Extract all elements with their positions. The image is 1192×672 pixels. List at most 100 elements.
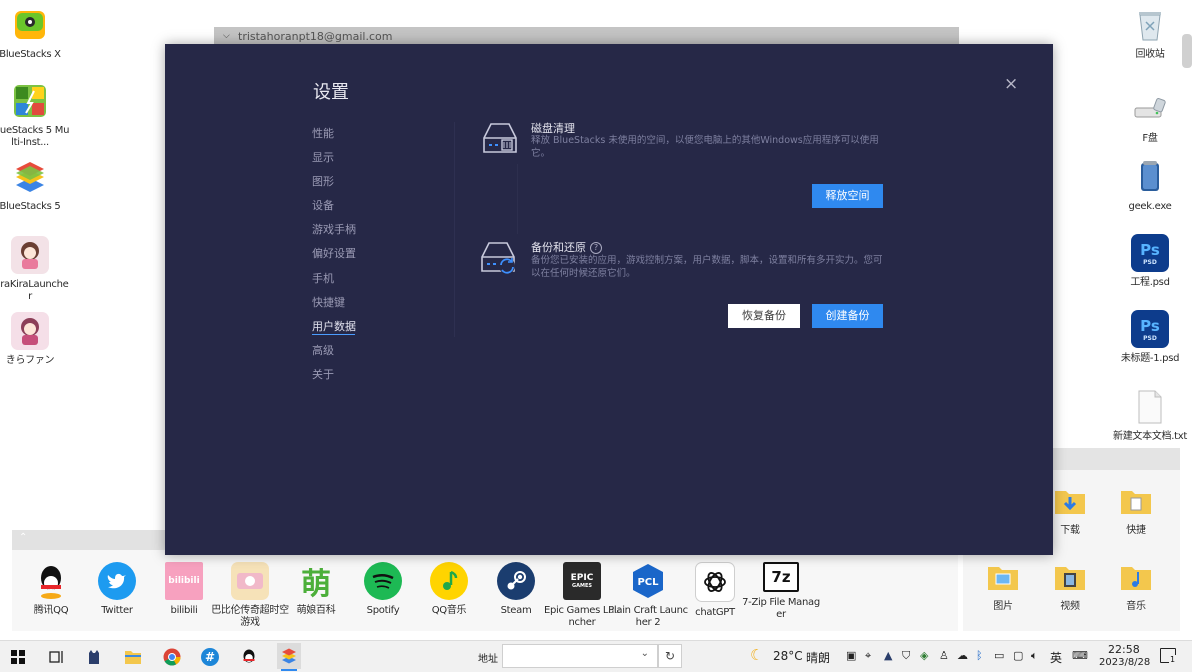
clock-time[interactable]: 22:58 (1108, 643, 1140, 656)
bilibili-icon: bilibili (165, 562, 203, 600)
ime-indicator[interactable]: 英 (1050, 649, 1062, 666)
nav-item-about[interactable]: 关于 (312, 363, 356, 387)
geek-exe-icon (1131, 158, 1169, 196)
7zip-icon: 7z (763, 562, 799, 592)
collapse-caret-icon[interactable]: ⌃ (19, 532, 27, 543)
moegirl-icon: 萌 (301, 567, 331, 602)
weather-temp[interactable]: 28°C (773, 649, 803, 663)
chevron-down-icon[interactable]: ⌄ (641, 648, 649, 659)
videos-folder-icon (1051, 558, 1089, 596)
nav-item-performance[interactable]: 性能 (312, 122, 356, 146)
section-guide-line (517, 164, 518, 234)
backup-description: 备份您已安装的应用，游戏控制方案，用户数据，脚本，设置和所有多开实力。您可以在任… (531, 255, 883, 279)
nav-item-display[interactable]: 显示 (312, 146, 356, 170)
nav-item-device[interactable]: 设备 (312, 194, 356, 218)
nav-item-graphics[interactable]: 图形 (312, 170, 356, 194)
backup-title: 备份和还原 (531, 241, 586, 254)
desktop-icon-kirafan[interactable]: きらファン (0, 312, 70, 367)
address-input[interactable]: ⌄ (502, 644, 658, 668)
bluestacks-x-icon (11, 6, 49, 44)
backup-restore-icon (480, 241, 518, 281)
nav-item-gamepad[interactable]: 游戏手柄 (312, 218, 356, 242)
bluestacks-icon (11, 158, 49, 196)
text-file-icon (1131, 388, 1169, 426)
nav-item-advanced[interactable]: 高级 (312, 339, 356, 363)
nav-divider (454, 122, 455, 337)
epic-games-icon: EPIC GAMES (563, 562, 601, 600)
help-icon[interactable]: ? (590, 242, 602, 254)
battery-tray-icon[interactable]: ▭ (994, 649, 1004, 662)
game-icon (231, 562, 269, 600)
bluestacks-taskbar-icon[interactable] (277, 643, 301, 669)
slack-hash-icon[interactable]: # (200, 647, 220, 667)
nav-item-preferences[interactable]: 偏好设置 (312, 242, 356, 266)
chrome-icon[interactable] (162, 647, 182, 667)
desktop-icon-drive[interactable]: F盘 (1110, 90, 1190, 145)
shortcut-folder-icon (1117, 482, 1155, 520)
desktop-icon-psd-2[interactable]: Ps PSD 未标题-1.psd (1110, 310, 1190, 365)
svg-text:PCL: PCL (637, 577, 659, 588)
close-icon[interactable]: × (1004, 74, 1018, 94)
chevron-down-icon[interactable]: ⌵ (223, 31, 230, 41)
qq-tray-icon[interactable]: ♙ (939, 649, 949, 662)
restore-backup-button[interactable]: 恢复备份 (728, 304, 800, 328)
music-folder-icon (1117, 558, 1155, 596)
shield-tray-icon[interactable]: ⛉ (902, 649, 910, 663)
spotify-icon (364, 562, 402, 600)
pcl-icon: PCL (629, 562, 667, 600)
desktop-icon-psd-1[interactable]: Ps PSD 工程.psd (1110, 234, 1190, 289)
desktop-icon-bluestacks-5[interactable]: BlueStacks 5 (0, 158, 70, 213)
desktop-icon-recycle-bin[interactable]: 回收站 (1110, 6, 1190, 61)
pictures-folder-icon (984, 558, 1022, 596)
disk-cleanup-description: 释放 BlueStacks 未使用的空间，以便您电脑上的其他Windows应用程… (531, 135, 879, 159)
twitter-icon (98, 562, 136, 600)
folder-music[interactable]: 音乐 (1096, 558, 1176, 613)
screenshot-tray-icon[interactable]: ▣ (846, 649, 856, 662)
cloud-tray-icon[interactable]: ☁ (957, 649, 968, 662)
notification-count: 1 (1169, 655, 1177, 664)
folder-shortcut[interactable]: 快捷 (1096, 482, 1176, 537)
bluetooth-tray-icon[interactable]: ᛒ (976, 649, 983, 662)
keyboard-tray-icon[interactable]: ⌨ (1072, 649, 1088, 662)
settings-title: 设置 (313, 82, 349, 103)
cat-app-icon[interactable] (84, 647, 104, 667)
backup-title-row: 备份和还原? (531, 239, 602, 255)
volume-tray-icon[interactable]: 🔈︎ (1031, 649, 1038, 663)
nav-item-user-data[interactable]: 用户数据 (312, 315, 356, 339)
desktop-icon-bluestacks-x[interactable]: BlueStacks X (0, 6, 70, 61)
free-space-button[interactable]: 释放空间 (812, 184, 883, 208)
desktop-icon-kirara-launcher[interactable]: KiraKiraLauncher (0, 236, 70, 303)
settings-dialog: 设置 × 性能 显示 图形 设备 游戏手柄 偏好设置 手机 快捷键 用户数据 高… (165, 44, 1053, 555)
account-email: tristahoranpt18@gmail.com (238, 30, 393, 43)
drive-icon (1131, 90, 1169, 128)
shelf-app-7zip[interactable]: 7z 7-Zip File Manager (741, 562, 821, 621)
task-view-icon[interactable] (46, 647, 66, 667)
desktop-icon-geek[interactable]: geek.exe (1110, 158, 1190, 213)
nav-item-shortcuts[interactable]: 快捷键 (312, 291, 356, 315)
qq-taskbar-icon[interactable] (239, 647, 259, 667)
app-tray-icon[interactable]: ◈ (920, 649, 928, 662)
weather-condition[interactable]: 晴朗 (806, 649, 830, 666)
desktop-icon-bluestacks-multi[interactable]: BlueStacks 5 Multi-Inst... (0, 82, 70, 149)
bluestacks-multi-icon (11, 82, 49, 120)
qqmusic-icon (430, 562, 468, 600)
kirafan-icon (11, 312, 49, 350)
recycle-bin-icon (1131, 6, 1169, 44)
moon-weather-icon: ☾ (750, 646, 764, 664)
create-backup-button[interactable]: 创建备份 (812, 304, 883, 328)
desktop-icon-text-file[interactable]: 新建文本文档.txt (1110, 388, 1190, 443)
cat-tray-icon[interactable]: ▲ (884, 649, 892, 662)
psd-file-icon: Ps PSD (1131, 310, 1169, 348)
network-tray-icon[interactable]: ⌖ (865, 649, 871, 663)
windows-start-icon[interactable] (8, 647, 28, 667)
clock-date[interactable]: 2023/8/28 (1099, 657, 1150, 668)
refresh-icon[interactable]: ↻ (658, 644, 682, 668)
monitor-tray-icon[interactable]: ▢ (1013, 649, 1023, 662)
steam-icon (497, 562, 535, 600)
kirara-launcher-icon (11, 236, 49, 274)
nav-item-phone[interactable]: 手机 (312, 267, 356, 291)
file-explorer-icon[interactable] (123, 647, 143, 667)
address-label: 地址 (478, 654, 498, 665)
psd-file-icon: Ps PSD (1131, 234, 1169, 272)
qq-icon (32, 562, 70, 600)
